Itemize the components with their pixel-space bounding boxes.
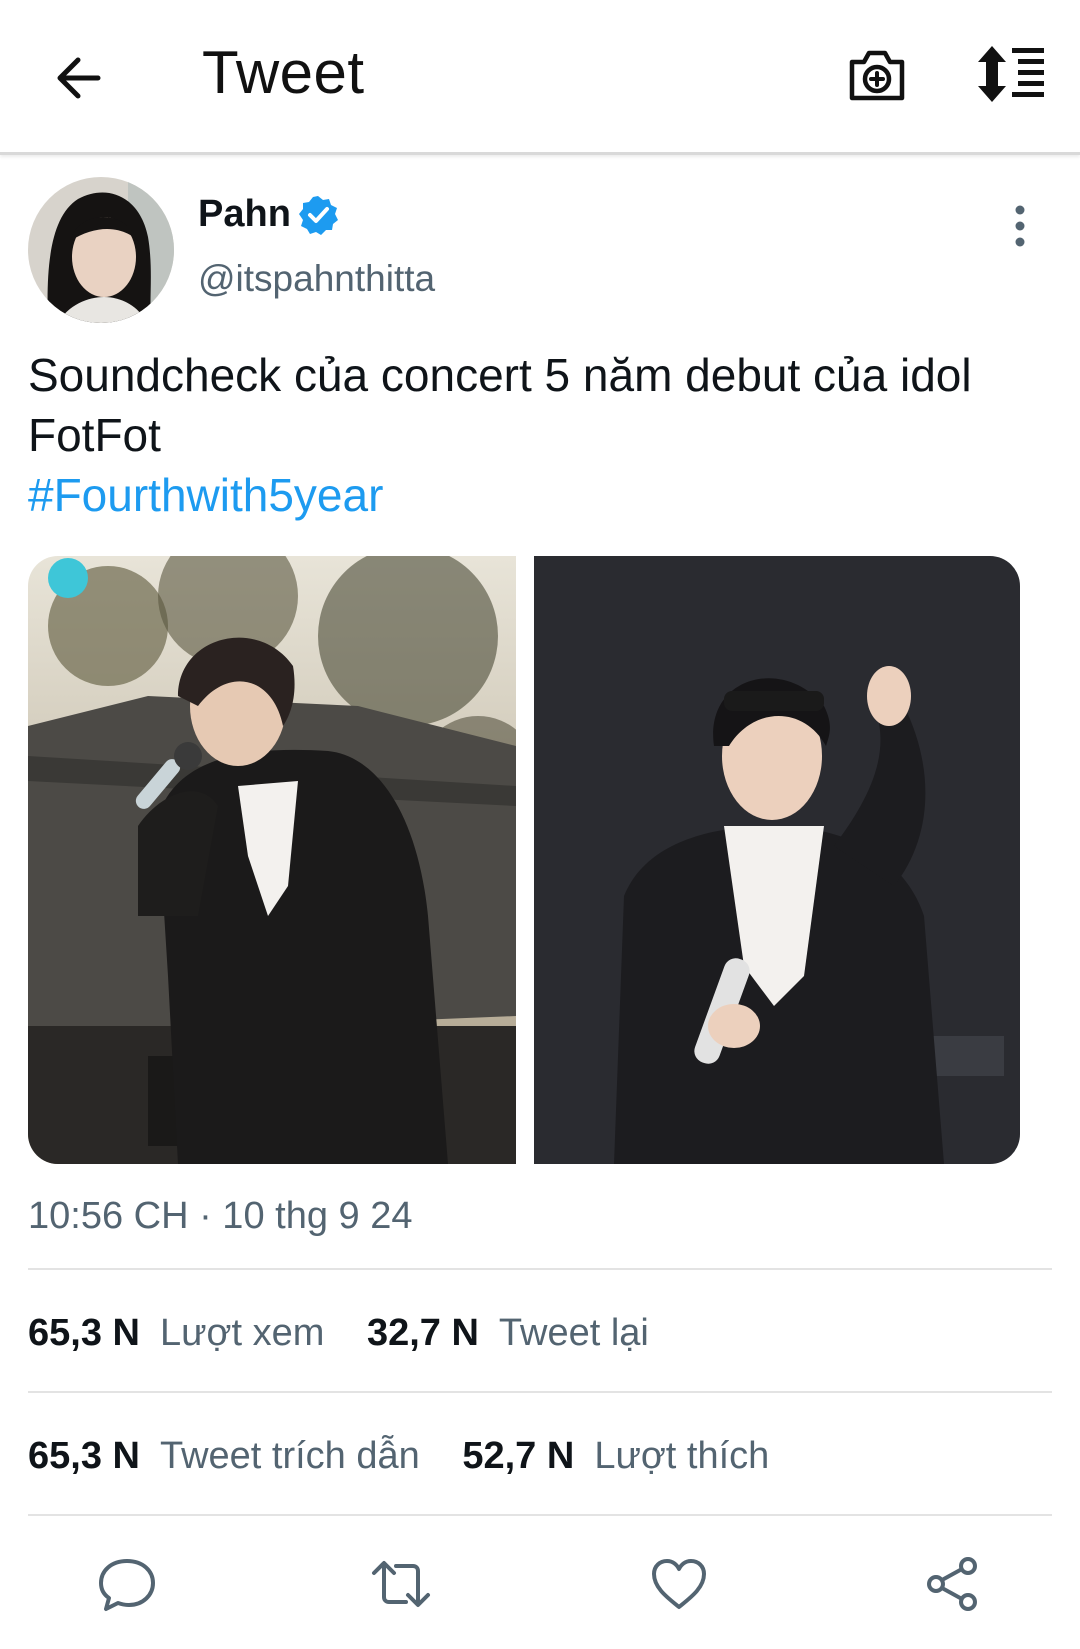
retweet-button[interactable] bbox=[370, 1553, 432, 1615]
quotes-stat[interactable]: 65,3 N Tweet trích dẫn bbox=[28, 1435, 420, 1478]
avatar-photo bbox=[28, 177, 174, 323]
back-button[interactable] bbox=[50, 50, 110, 106]
tweet-detail-screen: Tweet Pahn @itspahnthitta Soundcheck của… bbox=[0, 0, 1080, 1649]
divider bbox=[28, 1391, 1052, 1393]
author-avatar[interactable] bbox=[28, 177, 174, 323]
quotes-label: Tweet trích dẫn bbox=[159, 1435, 420, 1477]
sort-icon bbox=[978, 46, 1044, 102]
camera-plus-icon bbox=[849, 50, 905, 101]
tweet-timestamp[interactable]: 10:56 CH · 10 thg 9 24 bbox=[28, 1195, 412, 1238]
page-title: Tweet bbox=[202, 39, 365, 106]
arrow-left-icon bbox=[57, 57, 101, 99]
reply-button[interactable] bbox=[96, 1553, 158, 1615]
top-app-bar: Tweet bbox=[0, 0, 1080, 155]
stats-row-1: 65,3 N Lượt xem 32,7 N Tweet lại bbox=[28, 1312, 681, 1355]
camera-button[interactable] bbox=[846, 44, 908, 106]
author-handle[interactable]: @itspahnthitta bbox=[198, 258, 435, 300]
more-options-button[interactable] bbox=[1002, 202, 1038, 250]
tweet-photo-2[interactable] bbox=[534, 556, 1020, 1164]
views-label: Lượt xem bbox=[159, 1312, 325, 1354]
views-count: 65,3 N bbox=[28, 1312, 140, 1354]
tweet-text-line: Soundcheck của concert 5 năm debut của i… bbox=[28, 349, 972, 401]
likes-stat[interactable]: 52,7 N Lượt thích bbox=[462, 1435, 769, 1478]
share-button[interactable] bbox=[922, 1553, 984, 1615]
divider bbox=[28, 1268, 1052, 1270]
reply-icon bbox=[99, 1559, 155, 1611]
share-icon bbox=[927, 1557, 977, 1611]
tweet-text-line: FotFot bbox=[28, 409, 161, 461]
sort-button[interactable] bbox=[976, 44, 1046, 104]
retweets-count: 32,7 N bbox=[366, 1312, 479, 1354]
concert-photo bbox=[534, 556, 1020, 1164]
author-display-name[interactable]: Pahn bbox=[198, 193, 291, 236]
retweet-icon bbox=[372, 1561, 430, 1607]
hashtag-link[interactable]: #Fourthwith5year bbox=[28, 465, 1078, 525]
stats-row-2: 65,3 N Tweet trích dẫn 52,7 N Lượt thích bbox=[28, 1435, 801, 1478]
divider bbox=[28, 1514, 1052, 1516]
tweet-body: Soundcheck của concert 5 năm debut của i… bbox=[28, 345, 1078, 525]
likes-count: 52,7 N bbox=[462, 1435, 575, 1477]
views-stat[interactable]: 65,3 N Lượt xem bbox=[28, 1312, 324, 1355]
quotes-count: 65,3 N bbox=[28, 1435, 140, 1477]
likes-label: Lượt thích bbox=[594, 1435, 770, 1477]
retweets-label: Tweet lại bbox=[498, 1312, 649, 1354]
verified-badge-icon bbox=[298, 195, 338, 235]
concert-photo bbox=[28, 556, 516, 1164]
like-button[interactable] bbox=[648, 1553, 710, 1615]
author-name-row[interactable]: Pahn bbox=[198, 193, 339, 236]
like-icon bbox=[652, 1559, 706, 1609]
more-vertical-icon bbox=[1015, 205, 1025, 247]
tweet-photo-1[interactable] bbox=[28, 556, 516, 1164]
retweets-stat[interactable]: 32,7 N Tweet lại bbox=[367, 1312, 649, 1355]
